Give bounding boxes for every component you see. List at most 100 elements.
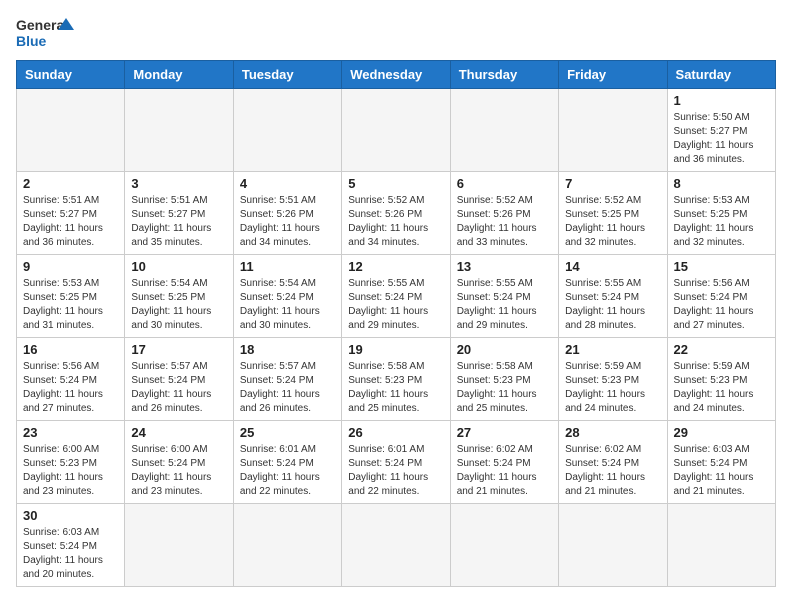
page-header: GeneralBlue — [16, 16, 776, 52]
day-number: 7 — [565, 176, 660, 191]
day-number: 1 — [674, 93, 769, 108]
day-number: 25 — [240, 425, 335, 440]
day-info: Sunrise: 5:55 AM Sunset: 5:24 PM Dayligh… — [457, 277, 552, 333]
day-info: Sunrise: 6:00 AM Sunset: 5:23 PM Dayligh… — [23, 443, 118, 499]
day-info: Sunrise: 5:57 AM Sunset: 5:24 PM Dayligh… — [240, 360, 335, 416]
calendar-day-cell — [342, 89, 450, 172]
day-info: Sunrise: 5:52 AM Sunset: 5:25 PM Dayligh… — [565, 194, 660, 250]
calendar-day-cell: 15Sunrise: 5:56 AM Sunset: 5:24 PM Dayli… — [667, 255, 775, 338]
calendar-day-cell: 17Sunrise: 5:57 AM Sunset: 5:24 PM Dayli… — [125, 338, 233, 421]
day-info: Sunrise: 5:50 AM Sunset: 5:27 PM Dayligh… — [674, 111, 769, 167]
calendar-day-cell — [450, 504, 558, 587]
day-number: 22 — [674, 342, 769, 357]
calendar-day-cell: 8Sunrise: 5:53 AM Sunset: 5:25 PM Daylig… — [667, 172, 775, 255]
day-info: Sunrise: 5:54 AM Sunset: 5:24 PM Dayligh… — [240, 277, 335, 333]
calendar-day-cell — [125, 89, 233, 172]
calendar-day-cell: 21Sunrise: 5:59 AM Sunset: 5:23 PM Dayli… — [559, 338, 667, 421]
day-info: Sunrise: 5:58 AM Sunset: 5:23 PM Dayligh… — [457, 360, 552, 416]
calendar-week-row: 16 Sunrise: 5:56 AM Sunset: 5:24 PM Dayli… — [17, 338, 776, 421]
calendar-day-cell: 18Sunrise: 5:57 AM Sunset: 5:24 PM Dayli… — [233, 338, 341, 421]
day-number: 10 — [131, 259, 226, 274]
day-number: 16 — [23, 342, 118, 357]
day-number: 2 — [23, 176, 118, 191]
calendar-day-cell: 12 Sunrise: 5:55 AM Sunset: 5:24 PM Dayli… — [342, 255, 450, 338]
calendar-day-cell: 13 Sunrise: 5:55 AM Sunset: 5:24 PM Dayli… — [450, 255, 558, 338]
calendar-day-cell — [342, 504, 450, 587]
weekday-header-cell: Wednesday — [342, 61, 450, 89]
calendar-week-row: 9 Sunrise: 5:53 AM Sunset: 5:25 PM Daylig… — [17, 255, 776, 338]
day-info: Sunrise: 5:57 AM Sunset: 5:24 PM Dayligh… — [131, 360, 226, 416]
calendar-day-cell: 10 Sunrise: 5:54 AM Sunset: 5:25 PM Dayli… — [125, 255, 233, 338]
calendar-table: SundayMondayTuesdayWednesdayThursdayFrid… — [16, 60, 776, 587]
day-number: 27 — [457, 425, 552, 440]
day-info: Sunrise: 5:52 AM Sunset: 5:26 PM Dayligh… — [457, 194, 552, 250]
calendar-day-cell: 28 Sunrise: 6:02 AM Sunset: 5:24 PM Dayli… — [559, 421, 667, 504]
calendar-week-row: 23 Sunrise: 6:00 AM Sunset: 5:23 PM Dayli… — [17, 421, 776, 504]
calendar-day-cell: 30Sunrise: 6:03 AM Sunset: 5:24 PM Dayli… — [17, 504, 125, 587]
calendar-day-cell: 14 Sunrise: 5:55 AM Sunset: 5:24 PM Dayli… — [559, 255, 667, 338]
calendar-day-cell — [450, 89, 558, 172]
day-info: Sunrise: 5:55 AM Sunset: 5:24 PM Dayligh… — [565, 277, 660, 333]
day-info: Sunrise: 5:58 AM Sunset: 5:23 PM Dayligh… — [348, 360, 443, 416]
day-number: 14 — [565, 259, 660, 274]
day-number: 13 — [457, 259, 552, 274]
calendar-day-cell — [125, 504, 233, 587]
day-info: Sunrise: 6:01 AM Sunset: 5:24 PM Dayligh… — [240, 443, 335, 499]
calendar-body: 1 Sunrise: 5:50 AM Sunset: 5:27 PM Daylig… — [17, 89, 776, 587]
day-number: 9 — [23, 259, 118, 274]
calendar-day-cell: 6 Sunrise: 5:52 AM Sunset: 5:26 PM Daylig… — [450, 172, 558, 255]
day-info: Sunrise: 6:01 AM Sunset: 5:24 PM Dayligh… — [348, 443, 443, 499]
day-info: Sunrise: 5:54 AM Sunset: 5:25 PM Dayligh… — [131, 277, 226, 333]
day-info: Sunrise: 5:51 AM Sunset: 5:26 PM Dayligh… — [240, 194, 335, 250]
day-number: 11 — [240, 259, 335, 274]
day-info: Sunrise: 5:53 AM Sunset: 5:25 PM Dayligh… — [23, 277, 118, 333]
weekday-header-cell: Thursday — [450, 61, 558, 89]
day-number: 6 — [457, 176, 552, 191]
calendar-day-cell: 20 Sunrise: 5:58 AM Sunset: 5:23 PM Dayli… — [450, 338, 558, 421]
calendar-day-cell — [17, 89, 125, 172]
calendar-day-cell: 5Sunrise: 5:52 AM Sunset: 5:26 PM Daylig… — [342, 172, 450, 255]
calendar-day-cell — [233, 504, 341, 587]
svg-text:Blue: Blue — [16, 33, 47, 49]
calendar-week-row: 1 Sunrise: 5:50 AM Sunset: 5:27 PM Daylig… — [17, 89, 776, 172]
day-number: 23 — [23, 425, 118, 440]
day-info: Sunrise: 6:02 AM Sunset: 5:24 PM Dayligh… — [565, 443, 660, 499]
calendar-day-cell — [559, 504, 667, 587]
calendar-day-cell: 3Sunrise: 5:51 AM Sunset: 5:27 PM Daylig… — [125, 172, 233, 255]
calendar-day-cell: 26 Sunrise: 6:01 AM Sunset: 5:24 PM Dayli… — [342, 421, 450, 504]
calendar-week-row: 30Sunrise: 6:03 AM Sunset: 5:24 PM Dayli… — [17, 504, 776, 587]
calendar-day-cell: 16 Sunrise: 5:56 AM Sunset: 5:24 PM Dayli… — [17, 338, 125, 421]
calendar-day-cell — [667, 504, 775, 587]
calendar-day-cell: 29Sunrise: 6:03 AM Sunset: 5:24 PM Dayli… — [667, 421, 775, 504]
day-number: 24 — [131, 425, 226, 440]
calendar-day-cell: 23 Sunrise: 6:00 AM Sunset: 5:23 PM Dayli… — [17, 421, 125, 504]
day-number: 26 — [348, 425, 443, 440]
day-number: 3 — [131, 176, 226, 191]
day-number: 20 — [457, 342, 552, 357]
calendar-day-cell — [233, 89, 341, 172]
day-info: Sunrise: 5:56 AM Sunset: 5:24 PM Dayligh… — [23, 360, 118, 416]
weekday-header-cell: Monday — [125, 61, 233, 89]
calendar-day-cell: 2Sunrise: 5:51 AM Sunset: 5:27 PM Daylig… — [17, 172, 125, 255]
calendar-day-cell: 25 Sunrise: 6:01 AM Sunset: 5:24 PM Dayli… — [233, 421, 341, 504]
calendar-day-cell — [559, 89, 667, 172]
weekday-header-cell: Saturday — [667, 61, 775, 89]
day-number: 29 — [674, 425, 769, 440]
day-info: Sunrise: 6:02 AM Sunset: 5:24 PM Dayligh… — [457, 443, 552, 499]
day-number: 4 — [240, 176, 335, 191]
day-number: 28 — [565, 425, 660, 440]
day-info: Sunrise: 5:52 AM Sunset: 5:26 PM Dayligh… — [348, 194, 443, 250]
day-number: 12 — [348, 259, 443, 274]
calendar-week-row: 2Sunrise: 5:51 AM Sunset: 5:27 PM Daylig… — [17, 172, 776, 255]
day-info: Sunrise: 5:55 AM Sunset: 5:24 PM Dayligh… — [348, 277, 443, 333]
svg-text:General: General — [16, 17, 68, 33]
logo: GeneralBlue — [16, 16, 76, 52]
day-info: Sunrise: 5:59 AM Sunset: 5:23 PM Dayligh… — [674, 360, 769, 416]
calendar-day-cell: 19 Sunrise: 5:58 AM Sunset: 5:23 PM Dayli… — [342, 338, 450, 421]
day-number: 15 — [674, 259, 769, 274]
day-number: 21 — [565, 342, 660, 357]
calendar-day-cell: 11 Sunrise: 5:54 AM Sunset: 5:24 PM Dayli… — [233, 255, 341, 338]
day-number: 19 — [348, 342, 443, 357]
weekday-header-cell: Tuesday — [233, 61, 341, 89]
calendar-day-cell: 1 Sunrise: 5:50 AM Sunset: 5:27 PM Daylig… — [667, 89, 775, 172]
